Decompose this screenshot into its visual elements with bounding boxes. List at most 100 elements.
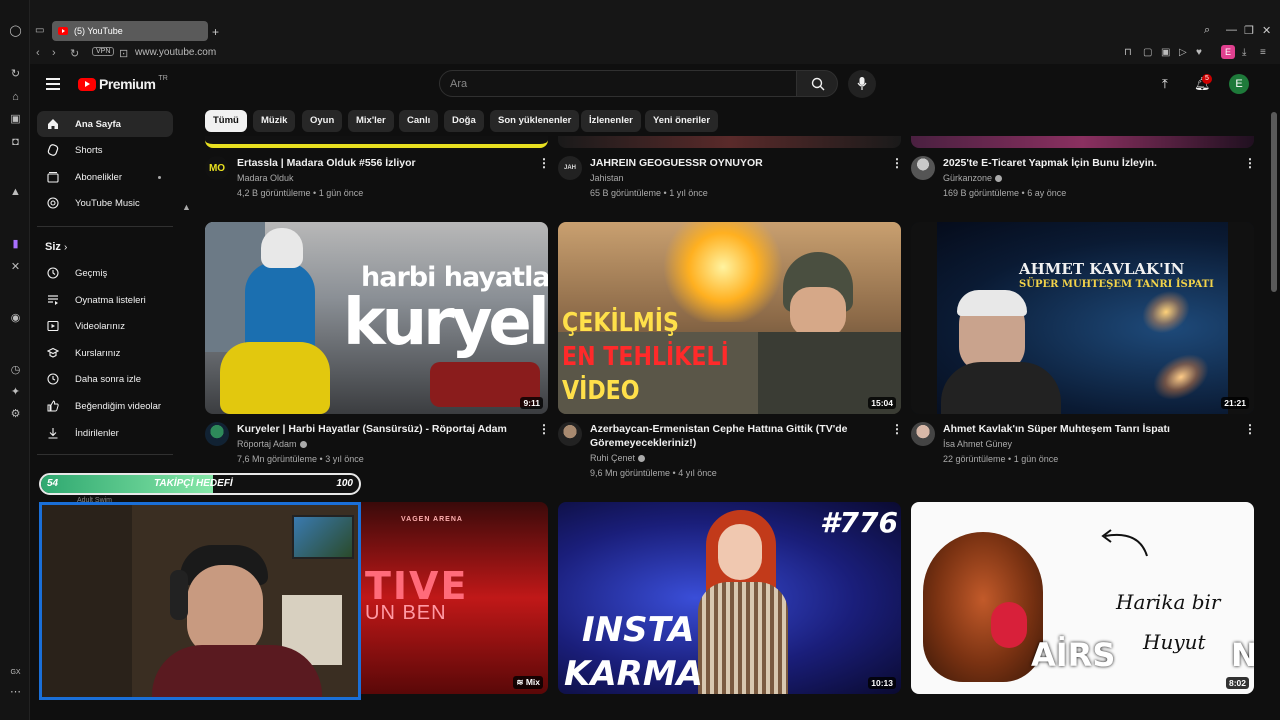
video-thumbnail[interactable] (558, 136, 901, 148)
close-icon[interactable]: ✕ (1262, 24, 1271, 37)
sidebar-item-subscriptions[interactable]: Abonelikler (37, 164, 173, 190)
upload-icon[interactable]: ⤒ (1162, 76, 1168, 92)
video-card[interactable]: 2025'te E-Ticaret Yapmak İçin Bunu İzley… (911, 156, 1256, 206)
forward-icon[interactable]: › (52, 47, 56, 59)
more-options-icon[interactable]: ⋮ (1244, 422, 1256, 436)
you-section-heading[interactable]: Siz › (45, 241, 67, 253)
new-tab-button[interactable]: + (212, 25, 219, 39)
extensions-icon[interactable]: ✦ (9, 386, 22, 399)
search-tabs-icon[interactable]: ⌕ (1204, 24, 1210, 37)
menu-icon[interactable]: ≡ (1260, 47, 1266, 58)
chip-music[interactable]: Müzik (253, 110, 296, 132)
bookmark-icon[interactable]: ⊓ (1124, 47, 1132, 58)
scrollbar-thumb[interactable] (1271, 112, 1277, 292)
video-thumbnail[interactable] (205, 136, 548, 148)
video-thumbnail[interactable]: harbi hayatlar kuryeler 9:11 (205, 222, 548, 414)
chip-new-to-you[interactable]: Yeni öneriler (645, 110, 719, 132)
video-title[interactable]: JAHREIN GEOGUESSR OYNUYOR (590, 156, 880, 170)
sidebar-item-courses[interactable]: Kurslarınız (37, 340, 173, 366)
more-icon[interactable]: ⋯ (9, 686, 22, 699)
chip-gaming[interactable]: Oyun (302, 110, 343, 132)
search-input[interactable] (450, 71, 796, 96)
chip-recently-uploaded[interactable]: Son yüklenenler (490, 110, 580, 132)
minimize-icon[interactable]: — (1226, 24, 1237, 36)
video-thumbnail[interactable]: #776 INSTA KARMA 10:13 (558, 502, 901, 694)
channel-avatar[interactable]: MO (205, 156, 229, 180)
opera-logo-icon[interactable]: ◯ (9, 25, 22, 38)
chip-watched[interactable]: İzlenenler (581, 110, 641, 132)
more-options-icon[interactable]: ⋮ (891, 422, 903, 436)
video-thumbnail[interactable]: ÇEKİLMİŞ EN TEHLİKELİ VİDEO 15:04 (558, 222, 901, 414)
twitch-icon[interactable]: ▮ (9, 238, 22, 251)
x-icon[interactable]: ✕ (9, 261, 22, 274)
video-card[interactable]: Ahmet Kavlak'ın Süper Muhteşem Tanrı İsp… (911, 422, 1256, 472)
aria-icon[interactable]: ▲ (9, 186, 22, 199)
video-title[interactable]: Ertassla | Madara Olduk #556 İzliyor (237, 156, 527, 170)
video-title[interactable]: Azerbaycan-Ermenistan Cephe Hattına Gitt… (590, 422, 870, 450)
tab-youtube[interactable]: (5) YouTube (52, 21, 208, 41)
channel-avatar[interactable] (911, 156, 935, 180)
chip-mixes[interactable]: Mix'ler (348, 110, 394, 132)
more-options-icon[interactable]: ⋮ (538, 422, 550, 436)
video-title[interactable]: Ahmet Kavlak'ın Süper Muhteşem Tanrı İsp… (943, 422, 1233, 436)
workspaces-icon[interactable]: ▭ (35, 25, 44, 36)
sidebar-item-your-videos[interactable]: Videolarınız (37, 313, 173, 339)
video-card[interactable]: Azerbaycan-Ermenistan Cephe Hattına Gitt… (558, 422, 903, 482)
video-card[interactable]: MO Ertassla | Madara Olduk #556 İzliyor … (205, 156, 550, 206)
messenger-icon[interactable]: ◘ (9, 136, 22, 149)
sidebar-item-downloads[interactable]: İndirilenler (37, 420, 173, 446)
video-title[interactable]: Kuryeler | Harbi Hayatlar (Sansürsüz) - … (237, 422, 527, 436)
settings-icon[interactable]: ⚙ (9, 408, 22, 421)
sidebar-item-shorts[interactable]: Shorts (37, 137, 173, 163)
history-rail-icon[interactable]: ◷ (9, 364, 22, 377)
more-options-icon[interactable]: ⋮ (891, 156, 903, 170)
hamburger-menu-icon[interactable] (46, 78, 60, 90)
channel-name[interactable]: Röportaj Adam (237, 439, 307, 449)
account-avatar[interactable]: E (1229, 74, 1249, 94)
profile-extension[interactable]: E (1221, 45, 1235, 59)
screenshot-icon[interactable]: ▢ (1143, 47, 1152, 58)
video-thumbnail[interactable]: Harika bir Huyut AİRS N 8:02 (911, 502, 1254, 694)
sidebar-item-liked-videos[interactable]: Beğendiğim videolar (37, 393, 173, 419)
more-options-icon[interactable]: ⋮ (538, 156, 550, 170)
chip-nature[interactable]: Doğa (444, 110, 484, 132)
chip-all[interactable]: Tümü (205, 110, 247, 132)
sidebar-item-history[interactable]: Geçmiş (37, 260, 173, 286)
video-thumbnail[interactable] (911, 136, 1254, 148)
sidebar-item-watch-later[interactable]: Daha sonra izle (37, 366, 173, 392)
send-icon[interactable]: ▷ (1179, 47, 1187, 58)
channel-avatar[interactable]: JAH (558, 156, 582, 180)
channel-name[interactable]: Madara Olduk (237, 173, 294, 183)
speed-dial-icon[interactable]: ↻ (9, 68, 22, 81)
youtube-logo[interactable]: Premium TR (78, 75, 168, 92)
channel-avatar[interactable] (911, 422, 935, 446)
extension-icon[interactable]: ▣ (1161, 47, 1170, 58)
reload-icon[interactable]: ↻ (70, 47, 79, 60)
channel-name[interactable]: Jahistan (590, 173, 624, 183)
more-options-icon[interactable]: ⋮ (1244, 156, 1256, 170)
chip-live[interactable]: Canlı (399, 110, 439, 132)
sidebar-item-youtube-music[interactable]: YouTube Music (37, 190, 173, 216)
sidebar-item-home[interactable]: Ana Sayfa (37, 111, 173, 137)
bag-icon[interactable]: ⌂ (9, 91, 22, 104)
channel-name[interactable]: İsa Ahmet Güney (943, 439, 1012, 449)
channel-name[interactable]: Ruhi Çenet (590, 453, 646, 463)
sidebar-item-playlists[interactable]: Oynatma listeleri (37, 287, 173, 313)
cards-icon[interactable]: ▣ (9, 113, 22, 126)
download-icon[interactable]: ⤓ (1242, 47, 1246, 58)
vpn-badge[interactable]: VPN (92, 47, 115, 56)
search-button[interactable] (796, 70, 838, 97)
channel-avatar[interactable] (558, 422, 582, 446)
lock-icon[interactable]: ⊡ (119, 47, 128, 60)
back-icon[interactable]: ‹ (36, 47, 40, 59)
voice-search-button[interactable] (848, 70, 876, 98)
video-card[interactable]: JAH JAHREIN GEOGUESSR OYNUYOR Jahistan 6… (558, 156, 903, 206)
sidebar-collapse-icon[interactable]: ▲ (182, 202, 191, 212)
video-thumbnail[interactable]: AHMET KAVLAK'IN SÜPER MUHTEŞEM TANRI İSP… (911, 222, 1254, 414)
heart-icon[interactable]: ♥ (1196, 47, 1202, 58)
restore-icon[interactable]: ❐ (1244, 24, 1254, 37)
video-title[interactable]: 2025'te E-Ticaret Yapmak İçin Bunu İzley… (943, 156, 1233, 170)
video-card[interactable]: Kuryeler | Harbi Hayatlar (Sansürsüz) - … (205, 422, 550, 472)
url-field[interactable]: www.youtube.com (135, 47, 216, 58)
player-icon[interactable]: ◉ (9, 312, 22, 325)
